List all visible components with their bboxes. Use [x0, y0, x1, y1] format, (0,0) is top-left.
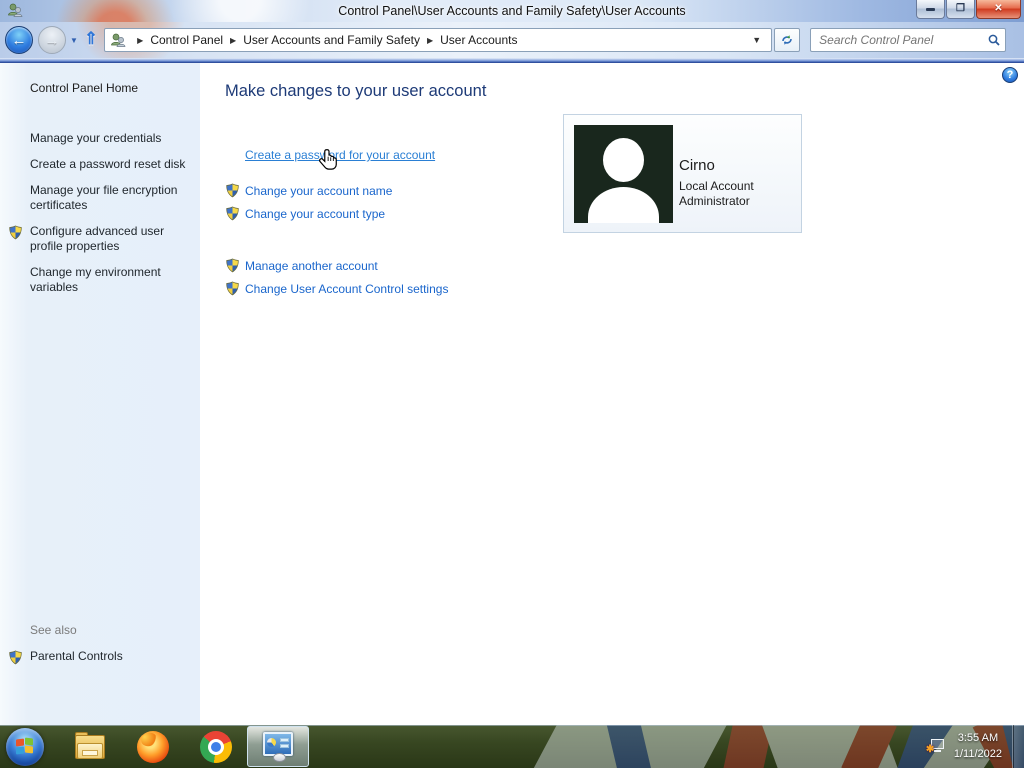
desktop: Control Panel\User Accounts and Family S…: [0, 0, 1024, 768]
recent-pages-chevron-icon[interactable]: ▼: [70, 36, 78, 45]
taskbar: ✱ 3:55 AM 1/11/2022: [0, 725, 1024, 768]
uac-shield-icon: [8, 650, 23, 669]
breadcrumb-user-accounts[interactable]: User Accounts: [440, 33, 517, 47]
uac-shield-icon: [225, 281, 240, 299]
sidebar-item-password-reset-disk[interactable]: Create a password reset disk: [0, 157, 200, 183]
minimize-button[interactable]: [916, 0, 945, 19]
window-titlebar[interactable]: Control Panel\User Accounts and Family S…: [0, 0, 1024, 22]
taskbar-control-panel-active-button[interactable]: [247, 726, 309, 767]
close-button[interactable]: ✕: [976, 0, 1021, 19]
user-accounts-address-icon: [110, 32, 126, 48]
sidebar-item-file-encryption[interactable]: Manage your file encryption certificates: [0, 183, 200, 224]
taskbar-clock[interactable]: 3:55 AM 1/11/2022: [954, 731, 1002, 763]
restore-button[interactable]: ❐: [946, 0, 975, 19]
network-status-icon[interactable]: ✱: [926, 738, 944, 755]
mouse-cursor-hand-icon: [318, 148, 340, 179]
manage-another-account-link[interactable]: Manage another account: [245, 259, 378, 273]
search-input[interactable]: [819, 33, 988, 47]
search-icon[interactable]: [987, 33, 1001, 47]
close-icon: ✕: [994, 3, 1003, 14]
clock-date: 1/11/2022: [953, 747, 1002, 760]
user-account-tile[interactable]: Cirno Local Account Administrator: [563, 114, 802, 233]
user-avatar: [574, 125, 673, 223]
user-role: Administrator: [679, 194, 750, 208]
minimize-icon: [926, 7, 935, 11]
user-account-scope: Local Account: [679, 179, 754, 193]
change-account-type-link[interactable]: Change your account type: [245, 207, 385, 221]
forward-button[interactable]: →: [38, 26, 66, 54]
breadcrumb-separator-icon: ▶: [137, 35, 144, 45]
sidebar-item-manage-credentials[interactable]: Manage your credentials: [0, 131, 200, 157]
restore-icon: ❐: [956, 3, 965, 14]
search-box[interactable]: [810, 28, 1007, 52]
uac-shield-icon: [225, 258, 240, 276]
help-icon[interactable]: ?: [1002, 67, 1018, 83]
create-password-link[interactable]: Create a password for your account: [245, 148, 435, 162]
uac-shield-icon: [225, 183, 240, 201]
breadcrumb-control-panel[interactable]: Control Panel: [150, 33, 223, 47]
taskbar-chrome-icon[interactable]: [199, 730, 233, 764]
sidebar-item-parental-controls[interactable]: Parental Controls: [0, 649, 200, 675]
breadcrumb-separator-icon: ▶: [230, 35, 237, 45]
breadcrumb-family-safety[interactable]: User Accounts and Family Safety: [243, 33, 420, 47]
back-button[interactable]: ←: [5, 26, 33, 54]
up-button[interactable]: ⇑: [84, 29, 98, 49]
system-tray: ✱ 3:55 AM 1/11/2022: [926, 725, 1024, 768]
page-title: Make changes to your user account: [225, 82, 487, 100]
sidebar-item-environment-variables[interactable]: Change my environment variables: [0, 265, 200, 306]
windows-logo-icon: [16, 737, 34, 755]
address-bar[interactable]: ▶ Control Panel ▶ User Accounts and Fami…: [104, 28, 773, 52]
clock-time: 3:55 AM: [957, 731, 999, 744]
address-dropdown-icon[interactable]: ▼: [744, 35, 769, 45]
refresh-icon: [782, 35, 792, 45]
show-desktop-button[interactable]: [1013, 725, 1024, 768]
refresh-button[interactable]: [774, 28, 801, 52]
user-accounts-window-icon: [7, 2, 23, 23]
user-name: Cirno: [679, 157, 715, 174]
see-also-heading: See also: [30, 623, 77, 637]
uac-shield-icon: [225, 206, 240, 224]
uac-shield-icon: [8, 225, 23, 244]
taskbar-firefox-icon[interactable]: [136, 730, 170, 764]
start-button[interactable]: [6, 727, 44, 766]
change-account-name-link[interactable]: Change your account name: [245, 184, 392, 198]
sidebar: Control Panel Home Manage your credentia…: [0, 63, 200, 725]
navigation-bar: ← → ▼ ⇑ ▶ Control Panel ▶ User Accounts …: [0, 22, 1024, 58]
control-panel-icon: [261, 731, 295, 762]
window-title: Control Panel\User Accounts and Family S…: [338, 4, 686, 18]
breadcrumb-separator-icon: ▶: [426, 35, 434, 45]
sidebar-item-advanced-profile[interactable]: Configure advanced user profile properti…: [0, 224, 200, 265]
back-arrow-icon: ←: [11, 31, 27, 49]
taskbar-windows-explorer-icon[interactable]: [73, 730, 107, 764]
forward-arrow-icon: →: [44, 31, 60, 49]
sidebar-item-control-panel-home[interactable]: Control Panel Home: [0, 63, 200, 95]
change-uac-settings-link[interactable]: Change User Account Control settings: [245, 282, 448, 296]
